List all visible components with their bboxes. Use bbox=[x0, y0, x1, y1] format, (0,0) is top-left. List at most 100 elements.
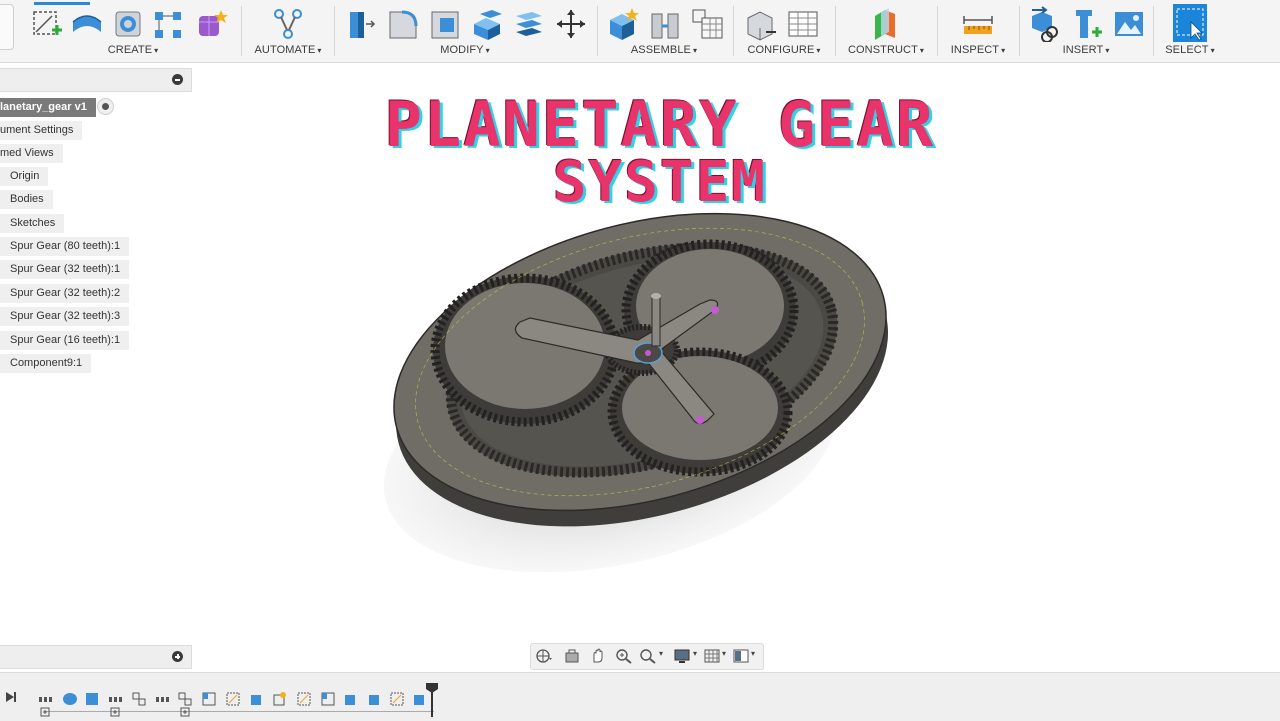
grid-icon[interactable] bbox=[703, 648, 721, 664]
tree-item-named-views[interactable]: med Views bbox=[0, 144, 63, 163]
fillet-icon[interactable] bbox=[386, 6, 420, 42]
chevron-down-icon[interactable]: ▾ bbox=[722, 649, 726, 658]
construct-group: CONSTRUCT ▾ bbox=[840, 0, 932, 62]
insert-derive-icon[interactable] bbox=[1028, 6, 1062, 42]
configure-label[interactable]: CONFIGURE ▾ bbox=[738, 44, 830, 56]
automate-icon[interactable] bbox=[271, 6, 305, 42]
comments-header bbox=[0, 645, 192, 669]
file-menu-stub[interactable] bbox=[0, 4, 14, 50]
tree-item-label: Spur Gear (32 teeth):3 bbox=[10, 310, 121, 322]
tree-item-component9[interactable]: Component9:1 bbox=[0, 354, 92, 373]
tree-item-document-settings[interactable]: ument Settings bbox=[0, 121, 83, 140]
toolbar: CREATE▾ AUTOMATE▾ MODIFY▾ ASSEMBLE▾ bbox=[0, 0, 1280, 63]
move-copy-icon[interactable] bbox=[554, 6, 588, 42]
tree-item-planet-gear-1[interactable]: Spur Gear (32 teeth):1 bbox=[0, 260, 130, 279]
select-icon[interactable] bbox=[1173, 4, 1207, 44]
construct-label[interactable]: CONSTRUCT ▾ bbox=[840, 44, 932, 56]
timeline bbox=[0, 672, 1280, 721]
chevron-down-icon[interactable]: ▾ bbox=[659, 649, 663, 658]
automate-label[interactable]: AUTOMATE ▾ bbox=[246, 44, 330, 56]
construct-plane-icon[interactable] bbox=[869, 6, 903, 42]
play-end-icon[interactable] bbox=[4, 690, 18, 704]
insert-canvas-icon[interactable] bbox=[1112, 6, 1146, 42]
tree-item-label: Component9:1 bbox=[10, 357, 83, 369]
chamfer-icon[interactable] bbox=[428, 6, 462, 42]
tree-item-label: Spur Gear (32 teeth):2 bbox=[10, 287, 121, 299]
insert-mcmaster-icon[interactable] bbox=[1070, 6, 1104, 42]
shell-icon[interactable] bbox=[470, 6, 504, 42]
new-component-icon[interactable] bbox=[606, 6, 640, 42]
display-settings-icon[interactable] bbox=[673, 648, 691, 664]
chevron-down-icon[interactable]: ▾ bbox=[693, 649, 697, 658]
create-sketch-icon[interactable] bbox=[30, 6, 64, 42]
active-radio-icon[interactable] bbox=[97, 98, 114, 115]
timeline-marker-icon[interactable] bbox=[426, 683, 438, 717]
press-pull-icon[interactable] bbox=[344, 6, 378, 42]
navigation-bar: ▾ ▾ ▾ ▾ bbox=[530, 643, 764, 670]
tree-item-planet-gear-2[interactable]: Spur Gear (32 teeth):2 bbox=[0, 284, 130, 303]
modify-label[interactable]: MODIFY ▾ bbox=[340, 44, 590, 56]
browser-root-document[interactable]: lanetary_gear v1 bbox=[0, 98, 96, 117]
separator bbox=[1153, 6, 1154, 56]
tree-item-label: Spur Gear (16 teeth):1 bbox=[10, 334, 121, 346]
timeline-group-markers[interactable] bbox=[40, 707, 200, 719]
expand-comments-icon[interactable] bbox=[172, 651, 183, 662]
tree-item-label: med Views bbox=[0, 147, 54, 159]
rectangular-pattern-icon[interactable] bbox=[152, 6, 186, 42]
browser-header bbox=[0, 68, 192, 92]
tree-item-planet-gear-3[interactable]: Spur Gear (32 teeth):3 bbox=[0, 307, 130, 326]
automate-group: AUTOMATE ▾ bbox=[246, 0, 330, 62]
collapse-browser-icon[interactable] bbox=[172, 74, 183, 85]
inspect-label[interactable]: INSPECT ▾ bbox=[942, 44, 1014, 56]
overlay-title-line1: PLANETARY GEAR bbox=[384, 88, 936, 161]
separator bbox=[937, 6, 938, 56]
separator bbox=[597, 6, 598, 56]
pan-icon[interactable] bbox=[589, 648, 607, 664]
create-group: CREATE ▾ bbox=[28, 0, 238, 62]
tree-item-label: Sketches bbox=[10, 217, 56, 229]
tree-item-sketches[interactable]: Sketches bbox=[0, 214, 65, 233]
zoom-icon[interactable] bbox=[615, 648, 633, 664]
orbit-icon[interactable] bbox=[535, 648, 553, 664]
as-built-joint-icon[interactable] bbox=[690, 6, 724, 42]
combine-icon[interactable] bbox=[512, 6, 546, 42]
modify-group: MODIFY ▾ bbox=[340, 0, 590, 62]
configure-icon[interactable] bbox=[744, 6, 778, 42]
configure-group: CONFIGURE ▾ bbox=[738, 0, 830, 62]
look-at-icon[interactable] bbox=[563, 648, 581, 664]
zoom-window-icon[interactable] bbox=[639, 648, 657, 664]
separator bbox=[1019, 6, 1020, 56]
joint-icon[interactable] bbox=[648, 6, 682, 42]
separator bbox=[733, 6, 734, 56]
tree-item-label: Spur Gear (32 teeth):1 bbox=[10, 263, 121, 275]
tree-item-label: Spur Gear (80 teeth):1 bbox=[10, 240, 121, 252]
tree-item-bodies[interactable]: Bodies bbox=[0, 190, 53, 209]
separator bbox=[241, 6, 242, 56]
tree-item-ring-gear[interactable]: Spur Gear (80 teeth):1 bbox=[0, 237, 130, 256]
assemble-label[interactable]: ASSEMBLE ▾ bbox=[602, 44, 726, 56]
select-label[interactable]: SELECT ▾ bbox=[1158, 44, 1222, 56]
tree-item-origin[interactable]: Origin bbox=[0, 167, 49, 186]
revolve-icon[interactable] bbox=[112, 6, 146, 42]
measure-icon[interactable] bbox=[961, 6, 995, 42]
chevron-down-icon[interactable]: ▾ bbox=[751, 649, 755, 658]
create-label[interactable]: CREATE ▾ bbox=[28, 44, 238, 56]
insert-label[interactable]: INSERT ▾ bbox=[1024, 44, 1148, 56]
inspect-group: INSPECT ▾ bbox=[942, 0, 1014, 62]
tree-item-label: Bodies bbox=[10, 193, 44, 205]
extrude-icon[interactable] bbox=[70, 6, 104, 42]
browser-root-label: lanetary_gear v1 bbox=[0, 101, 87, 113]
tree-item-label: Origin bbox=[10, 170, 40, 182]
viewports-icon[interactable] bbox=[732, 648, 750, 664]
insert-group: INSERT ▾ bbox=[1024, 0, 1148, 62]
tree-item-label: ument Settings bbox=[0, 124, 74, 136]
model-viewport[interactable] bbox=[370, 200, 910, 590]
select-group: SELECT ▾ bbox=[1158, 0, 1222, 62]
separator bbox=[835, 6, 836, 56]
overlay-title: PLANETARY GEAR SYSTEM bbox=[300, 88, 1020, 211]
assemble-group: ASSEMBLE ▾ bbox=[602, 0, 726, 62]
create-form-icon[interactable] bbox=[194, 6, 228, 42]
separator bbox=[334, 6, 335, 56]
configuration-table-icon[interactable] bbox=[786, 6, 820, 42]
tree-item-sun-gear[interactable]: Spur Gear (16 teeth):1 bbox=[0, 331, 130, 350]
